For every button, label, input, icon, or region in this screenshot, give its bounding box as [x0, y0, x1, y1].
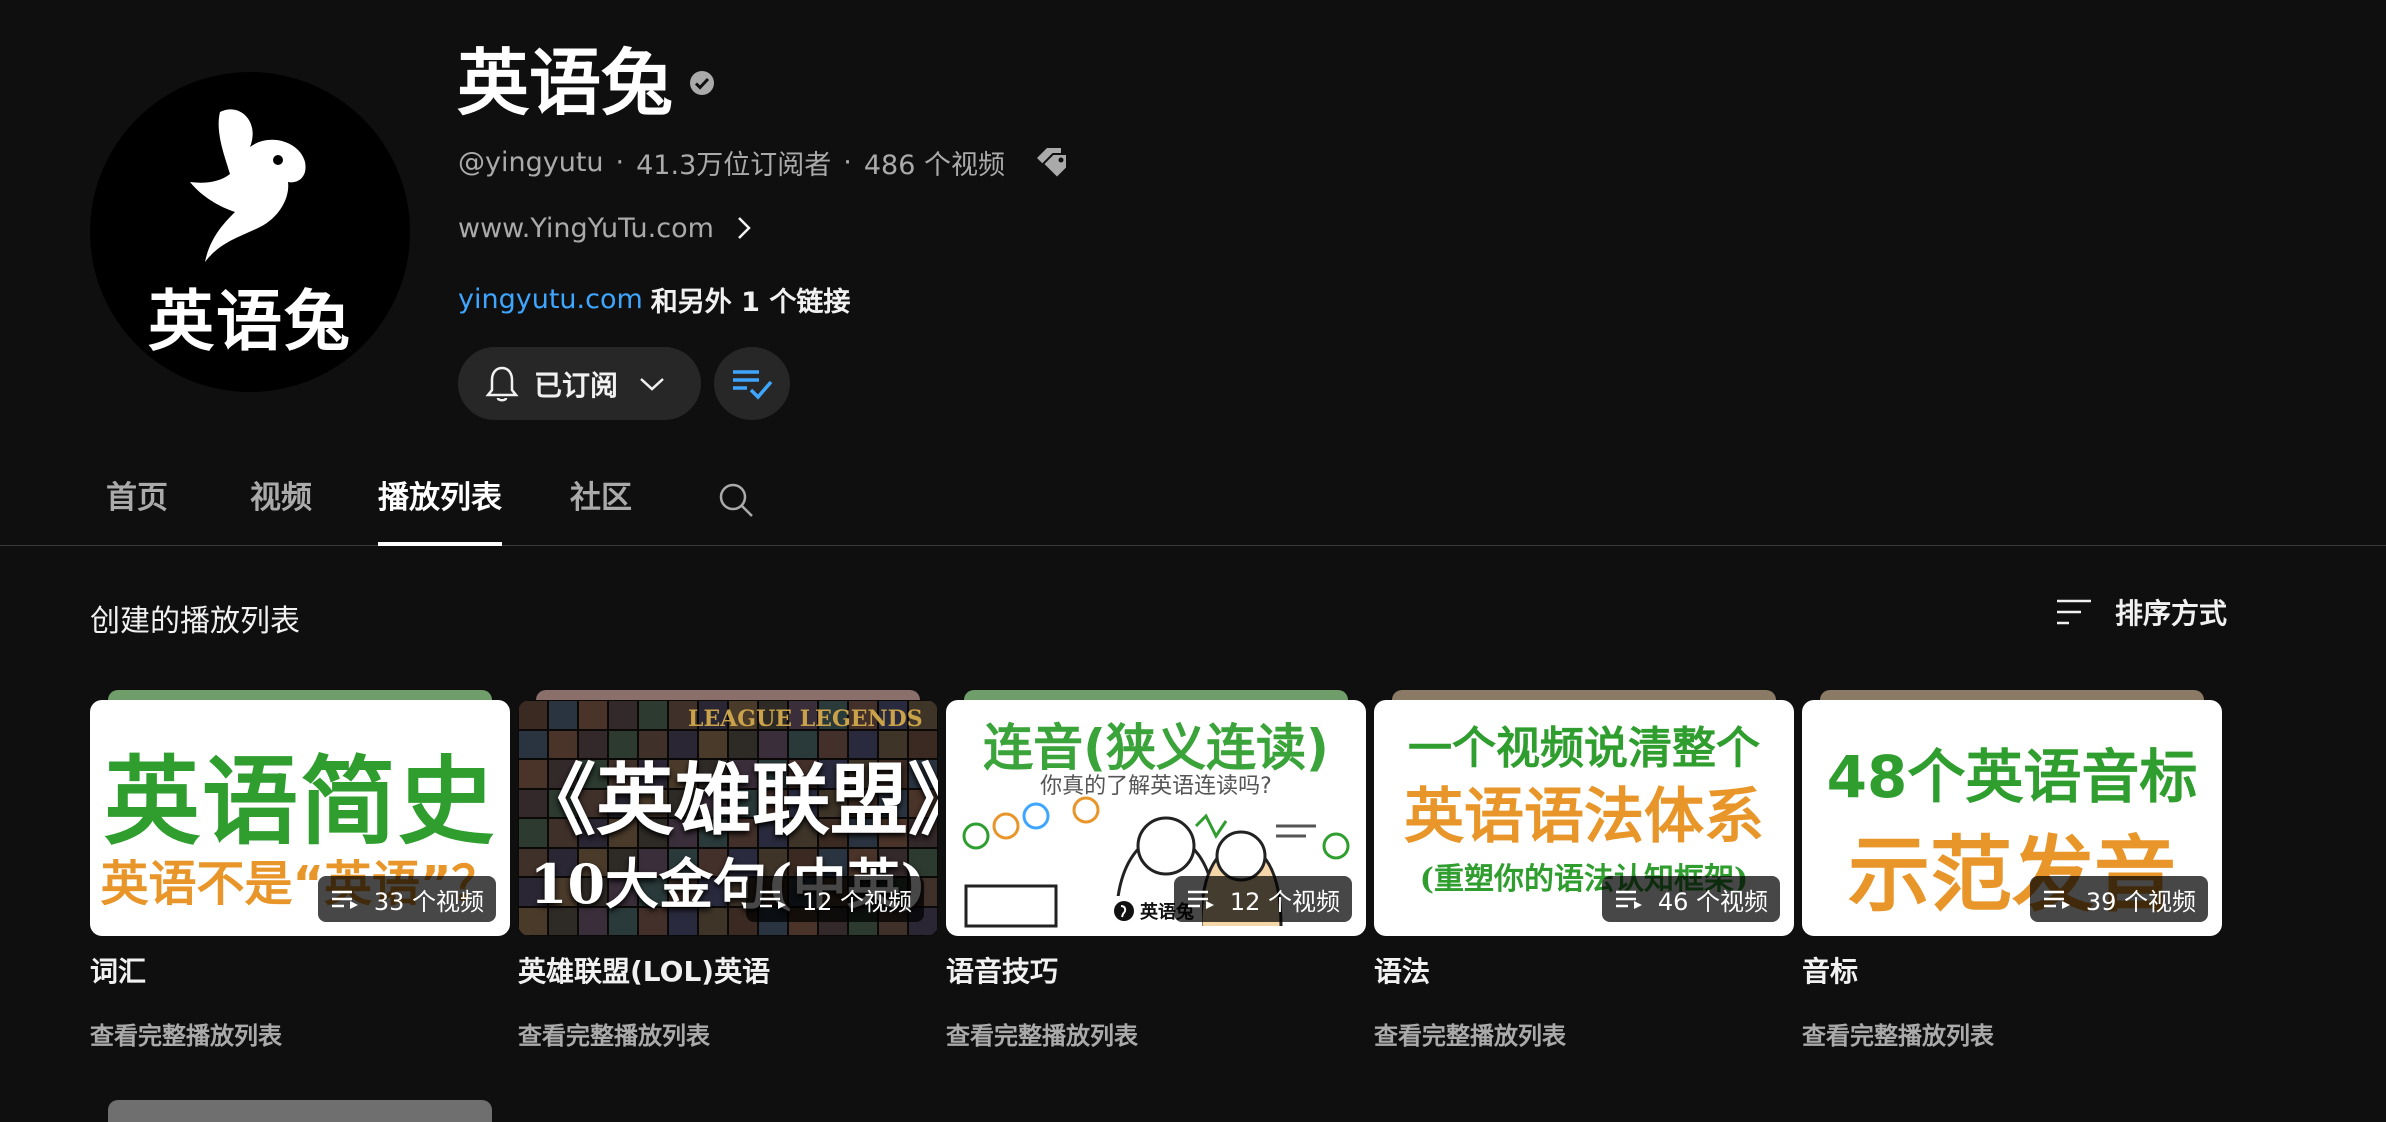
subscriber-count: 41.3万位订阅者: [636, 149, 832, 181]
thumb-subline: 英语语法体系: [1404, 782, 1764, 852]
tag-icon[interactable]: [1031, 144, 1071, 180]
channel-link[interactable]: yingyutu.com: [458, 284, 643, 315]
avatar-text: 英语兔: [148, 282, 352, 360]
section-title: 创建的播放列表: [90, 604, 300, 639]
playlist-icon: [1614, 888, 1648, 910]
playlist-title[interactable]: 词汇: [90, 950, 146, 990]
video-count-text: 46 个视频: [1657, 887, 1768, 916]
bell-icon: [484, 364, 520, 404]
video-count-badge: 12 个视频: [745, 876, 924, 922]
playlist-icon: [2042, 888, 2076, 910]
video-count-text: 12 个视频: [801, 887, 912, 916]
channel-title: 英语兔: [457, 38, 715, 128]
video-count-badge: 39 个视频: [2029, 876, 2208, 922]
view-full-playlist-link[interactable]: 查看完整播放列表: [1802, 1016, 1994, 1051]
playlist-thumbnail[interactable]: 48个英语音标 示范发音 39 个视频: [1802, 700, 2222, 936]
playlist-title[interactable]: 音标: [1802, 950, 1858, 990]
thumb-headline: 一个视频说清整个: [1408, 723, 1760, 774]
rabbit-logo-icon: [190, 109, 306, 262]
tab-community[interactable]: 社区: [570, 480, 632, 546]
playlist-title[interactable]: 语法: [1374, 950, 1430, 990]
video-count-badge: 46 个视频: [1601, 876, 1780, 922]
search-icon[interactable]: [716, 480, 756, 520]
video-count: 486 个视频: [863, 149, 1005, 181]
website-row[interactable]: www.YingYuTu.com: [458, 208, 752, 248]
thumb-headline: 48个英语音标: [1826, 743, 2198, 811]
playlist-thumbnail[interactable]: 连音(狭义连读) 你真的了解英语连读吗? 英语兔 12 个视频: [946, 700, 1366, 936]
subscribed-button[interactable]: 已订阅: [458, 347, 701, 420]
video-count-badge: 33 个视频: [317, 876, 496, 922]
channel-handle: @yingyutu: [458, 146, 604, 178]
playlist-check-button[interactable]: [714, 347, 790, 420]
channel-links: yingyutu.com 和另外 1 个链接: [458, 278, 850, 320]
view-full-playlist-link[interactable]: 查看完整播放列表: [1374, 1016, 1566, 1051]
playlist-icon: [1186, 888, 1220, 910]
sort-icon: [2055, 597, 2093, 627]
playlist-thumbnail[interactable]: 英语简史 英语不是“英语”？ 33 个视频: [90, 700, 510, 936]
thumb-headline: 英语简史: [104, 746, 496, 858]
next-playlist-stack[interactable]: [108, 1100, 492, 1122]
video-count-badge: 12 个视频: [1173, 876, 1352, 922]
subscribed-label: 已订阅: [534, 368, 619, 402]
view-full-playlist-link[interactable]: 查看完整播放列表: [946, 1016, 1138, 1051]
tab-playlists[interactable]: 播放列表: [378, 480, 502, 546]
video-count-text: 39 个视频: [2085, 887, 2196, 916]
playlist-icon: [758, 888, 792, 910]
playlist-thumbnail[interactable]: LEAGUE LEGENDS 《英雄联盟》 10大金句(中英) 12 个视频: [518, 700, 938, 936]
channel-name: 英语兔: [457, 41, 674, 125]
playlist-title[interactable]: 英雄联盟(LOL)英语: [518, 950, 770, 990]
playlist-icon: [330, 888, 364, 910]
channel-meta: @yingyutu · 41.3万位订阅者 · 486 个视频: [458, 142, 1071, 182]
website-url[interactable]: www.YingYuTu.com: [458, 213, 714, 244]
channel-tabs: 首页 视频 播放列表 社区: [0, 462, 2386, 546]
playlist-title[interactable]: 语音技巧: [946, 950, 1058, 990]
tab-home[interactable]: 首页: [106, 480, 168, 546]
playlist-check-icon: [733, 369, 773, 400]
chevron-right-icon[interactable]: [736, 215, 752, 241]
sort-label: 排序方式: [2115, 597, 2228, 630]
lol-logo-text: LEAGUE LEGENDS: [688, 706, 923, 732]
video-count-text: 12 个视频: [1229, 887, 1340, 916]
sort-button[interactable]: 排序方式: [2055, 592, 2227, 632]
thumb-headline: 《英雄联盟》: [518, 755, 938, 846]
view-full-playlist-link[interactable]: 查看完整播放列表: [518, 1016, 710, 1051]
chevron-down-icon: [638, 375, 666, 393]
view-full-playlist-link[interactable]: 查看完整播放列表: [90, 1016, 282, 1051]
playlist-thumbnail[interactable]: 一个视频说清整个 英语语法体系 (重塑你的语法认知框架) 46 个视频: [1374, 700, 1794, 936]
meta-separator: ·: [843, 146, 852, 178]
more-links[interactable]: 和另外 1 个链接: [651, 280, 851, 319]
tab-videos[interactable]: 视频: [250, 480, 312, 546]
video-count-text: 33 个视频: [373, 887, 484, 916]
channel-avatar[interactable]: 英语兔: [90, 72, 410, 392]
verified-icon: [689, 70, 715, 100]
meta-separator: ·: [615, 146, 625, 178]
channel-page: 英语兔 英语兔 @yingyutu · 41.3万位订阅者 · 486 个视频 …: [0, 0, 2386, 1122]
